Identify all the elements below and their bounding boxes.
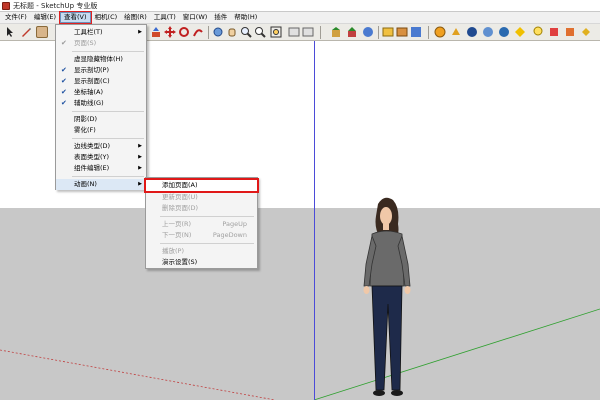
- get-models-icon[interactable]: [330, 26, 342, 38]
- animation-submenu: 添加页面(A) 更新页面(U) 删除页面(D) 上一页(R) PageUp 下一…: [144, 177, 259, 269]
- menu-view[interactable]: 查看(V): [59, 11, 92, 24]
- view-menu-component-edit[interactable]: 组件编辑(E) ▶: [56, 163, 146, 174]
- view-menu-dropdown: 工具栏(T) ▶ ✔ 页面(S) 虚显隐藏物体(H) ✔ 显示剖切(P) ✔ 显…: [55, 24, 147, 190]
- pan-hand-icon[interactable]: [226, 26, 238, 38]
- zoom-extents-icon[interactable]: [270, 26, 282, 38]
- submenu-arrow-icon: ▶: [138, 181, 142, 187]
- orbit-icon[interactable]: [212, 26, 224, 38]
- animation-next-page[interactable]: 下一页(N) PageDown: [146, 230, 257, 241]
- pencil-icon[interactable]: [20, 26, 32, 38]
- share-component-icon[interactable]: [362, 26, 374, 38]
- view-menu-section-planes[interactable]: ✔ 显示剖切(P): [56, 65, 146, 76]
- view-menu-fog[interactable]: 雾化(F): [56, 125, 146, 136]
- view-menu-toolbars[interactable]: 工具栏(T) ▶: [56, 27, 146, 38]
- move-icon[interactable]: [164, 26, 176, 38]
- check-icon: ✔: [61, 99, 67, 107]
- person-figure: [363, 197, 411, 396]
- submenu-arrow-icon: ▶: [138, 29, 142, 35]
- check-icon: ✔: [61, 66, 67, 74]
- eraser-icon[interactable]: [36, 26, 48, 38]
- fog-icon[interactable]: [498, 26, 510, 38]
- view-menu-face-style[interactable]: 表面类型(Y) ▶: [56, 152, 146, 163]
- check-icon: ✔: [61, 88, 67, 96]
- select-arrow-icon[interactable]: [4, 26, 16, 38]
- style-icon[interactable]: [434, 26, 446, 38]
- animation-delete-page[interactable]: 删除页面(D): [146, 203, 257, 214]
- red-axis-line: [0, 349, 276, 400]
- window-title: 无标题 - SketchUp 专业版: [13, 1, 98, 10]
- materials-icon[interactable]: [450, 26, 462, 38]
- check-icon: ✔: [61, 77, 67, 85]
- title-bar: 无标题 - SketchUp 专业版: [0, 0, 600, 12]
- menu-plugins[interactable]: 插件: [211, 12, 230, 23]
- component-icon[interactable]: [466, 26, 478, 38]
- menu-draw[interactable]: 绘图(R): [121, 12, 150, 23]
- render-icon[interactable]: [548, 26, 560, 38]
- next-view-icon[interactable]: [302, 26, 314, 38]
- animation-settings[interactable]: 演示设置(S): [146, 257, 257, 268]
- check-icon: ✔: [61, 39, 67, 47]
- view-menu-hidden-geometry[interactable]: 虚显隐藏物体(H): [56, 54, 146, 65]
- green-axis-line: [313, 308, 600, 400]
- view-menu-axes[interactable]: ✔ 坐标轴(A): [56, 87, 146, 98]
- view-menu-pages[interactable]: ✔ 页面(S): [56, 38, 146, 49]
- diamond-icon[interactable]: [514, 26, 526, 38]
- push-pull-icon[interactable]: [150, 26, 162, 38]
- bulb-icon[interactable]: [532, 26, 544, 38]
- shortcut-label: PageDown: [212, 231, 247, 239]
- menu-edit[interactable]: 编辑(E): [31, 12, 59, 23]
- extension-warehouse-icon[interactable]: [396, 26, 408, 38]
- animation-add-page[interactable]: 添加页面(A): [144, 178, 259, 193]
- previous-view-icon[interactable]: [288, 26, 300, 38]
- submenu-arrow-icon: ▶: [138, 154, 142, 160]
- submenu-arrow-icon: ▶: [138, 143, 142, 149]
- tool-a-icon[interactable]: [564, 26, 576, 38]
- sketchup-logo-icon: [2, 1, 10, 10]
- menu-window[interactable]: 窗口(W): [180, 12, 211, 23]
- menu-file[interactable]: 文件(F): [2, 12, 30, 23]
- view-menu-guides[interactable]: ✔ 辅助线(G): [56, 98, 146, 109]
- zoom-icon[interactable]: [240, 26, 252, 38]
- zoom-window-icon[interactable]: [254, 26, 266, 38]
- shortcut-label: PageUp: [222, 220, 247, 228]
- photo-textures-icon[interactable]: [382, 26, 394, 38]
- shadow-icon[interactable]: [482, 26, 494, 38]
- animation-previous-page[interactable]: 上一页(R) PageUp: [146, 219, 257, 230]
- rotate-icon[interactable]: [178, 26, 190, 38]
- view-menu-shadows[interactable]: 阴影(D): [56, 114, 146, 125]
- share-model-icon[interactable]: [346, 26, 358, 38]
- animation-play[interactable]: 播放(P): [146, 246, 257, 257]
- follow-me-icon[interactable]: [192, 26, 204, 38]
- view-menu-edge-style[interactable]: 边线类型(D) ▶: [56, 141, 146, 152]
- tool-b-icon[interactable]: [580, 26, 592, 38]
- menu-help[interactable]: 帮助(H): [231, 12, 260, 23]
- layout-icon[interactable]: [410, 26, 422, 38]
- menu-camera[interactable]: 相机(C): [92, 12, 121, 23]
- view-menu-section-cuts[interactable]: ✔ 显示剖面(C): [56, 76, 146, 87]
- menu-bar: 文件(F) 编辑(E) 查看(V) 相机(C) 绘图(R) 工具(T) 窗口(W…: [0, 11, 600, 24]
- view-menu-animation[interactable]: 动画(N) ▶: [56, 179, 146, 190]
- menu-tools[interactable]: 工具(T): [151, 12, 179, 23]
- blue-axis-line: [314, 41, 315, 400]
- animation-update-page[interactable]: 更新页面(U): [146, 192, 257, 203]
- submenu-arrow-icon: ▶: [138, 165, 142, 171]
